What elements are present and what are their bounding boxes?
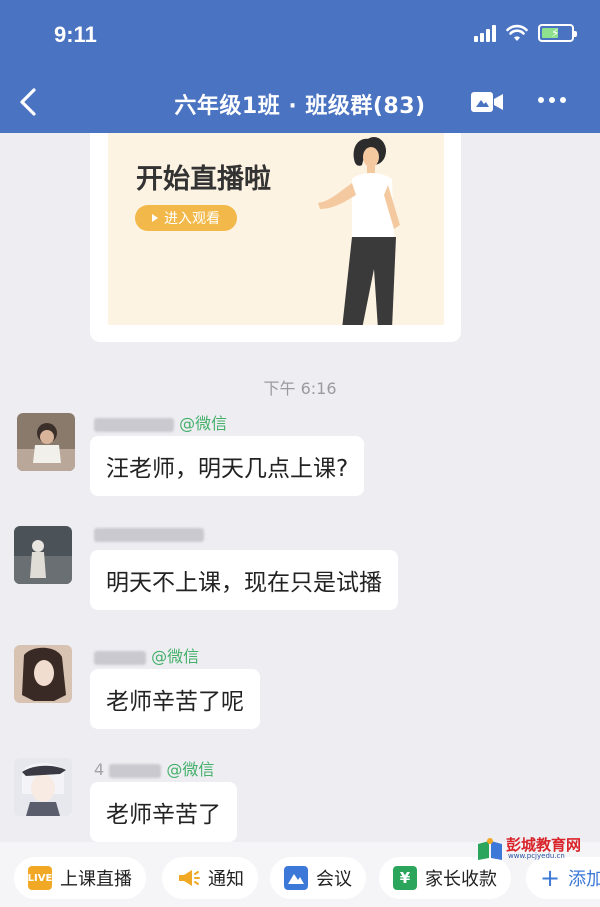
chat-header: 9:11 ⚡ 六年级1班 · 班级群(83) bbox=[0, 0, 600, 133]
notice-label: 通知 bbox=[208, 869, 244, 890]
yuan-icon: ¥ bbox=[393, 866, 417, 890]
more-options-button[interactable] bbox=[538, 97, 566, 103]
live-class-label: 上课直播 bbox=[60, 869, 132, 890]
message-timestamp: 下午 6:16 bbox=[263, 379, 337, 398]
blurred-name bbox=[94, 417, 174, 432]
battery-icon: ⚡ bbox=[538, 24, 577, 42]
avatar[interactable] bbox=[14, 758, 72, 816]
sender-name: 4 @微信 bbox=[94, 756, 214, 780]
message-bubble[interactable]: 汪老师，明天几点上课? bbox=[90, 436, 365, 496]
sender-name: @微信 bbox=[94, 643, 199, 667]
live-class-button[interactable]: LIVE 上课直播 bbox=[14, 857, 146, 899]
parent-payment-label: 家长收款 bbox=[425, 869, 497, 890]
message-bubble[interactable]: 明天不上课，现在只是试播 bbox=[90, 550, 398, 610]
status-time: 9:11 bbox=[54, 22, 97, 47]
wifi-icon bbox=[506, 24, 528, 41]
watermark-url: www.pcjyedu.cn bbox=[508, 852, 565, 860]
message-bubble[interactable]: 老师辛苦了呢 bbox=[90, 669, 260, 729]
notice-button[interactable]: 通知 bbox=[162, 857, 258, 899]
wechat-tag: @微信 bbox=[166, 760, 215, 779]
sender-prefix: 4 bbox=[94, 760, 105, 779]
signal-icon bbox=[474, 24, 496, 42]
wechat-tag: @微信 bbox=[151, 647, 200, 666]
meeting-button[interactable]: 会议 bbox=[270, 857, 366, 899]
live-icon: LIVE bbox=[28, 866, 52, 890]
chat-title: 六年级1班 · 班级群(83) bbox=[174, 94, 426, 119]
megaphone-icon bbox=[179, 870, 200, 886]
meeting-icon bbox=[284, 866, 308, 890]
enter-watch-label: 进入观看 bbox=[164, 211, 220, 227]
avatar[interactable] bbox=[17, 413, 75, 471]
presenter-illustration bbox=[318, 137, 400, 325]
live-card-banner: 开始直播啦 进入观看 bbox=[108, 133, 444, 325]
parent-payment-button[interactable]: ¥ 家长收款 bbox=[379, 857, 511, 899]
meeting-label: 会议 bbox=[316, 869, 352, 890]
add-label: 添加 bbox=[568, 869, 600, 890]
enter-watch-button[interactable]: 进入观看 bbox=[135, 205, 237, 231]
blurred-name bbox=[94, 650, 146, 665]
live-broadcast-card[interactable]: 开始直播啦 进入观看 bbox=[90, 133, 461, 342]
message-bubble[interactable]: 老师辛苦了 bbox=[90, 782, 237, 842]
status-icons: ⚡ bbox=[474, 24, 577, 42]
sender-name: @微信 bbox=[94, 410, 227, 434]
play-icon bbox=[152, 214, 158, 222]
avatar[interactable] bbox=[14, 526, 72, 584]
blurred-name bbox=[109, 763, 162, 778]
add-button[interactable]: + 添加 bbox=[526, 857, 600, 899]
blurred-name bbox=[94, 527, 204, 542]
wechat-tag: @微信 bbox=[179, 414, 228, 433]
live-card-title: 开始直播啦 bbox=[136, 164, 271, 195]
avatar[interactable] bbox=[14, 645, 72, 703]
book-logo-icon bbox=[478, 838, 502, 860]
plus-icon: + bbox=[540, 864, 561, 892]
video-call-button[interactable] bbox=[470, 90, 504, 114]
watermark: 彭城教育网 www.pcjyedu.cn bbox=[474, 834, 596, 862]
sender-name bbox=[94, 524, 204, 543]
